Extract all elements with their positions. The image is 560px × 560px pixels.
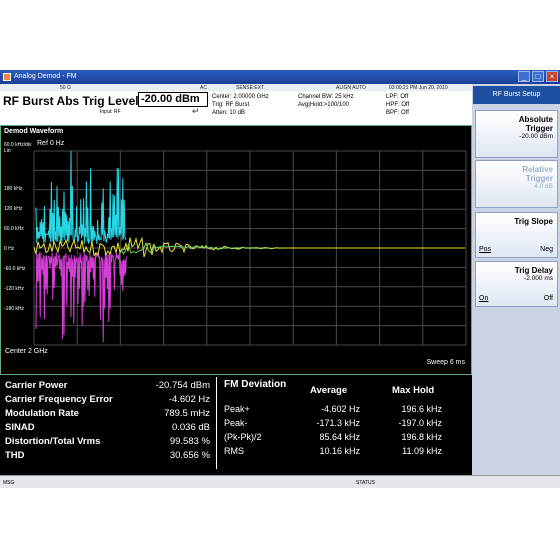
scale-label: 60.0 kHz/div Lin [4, 142, 32, 154]
y-tick-label: -180 kHz [4, 306, 25, 312]
results-panel: Carrier Power -20.754 dBm Carrier Frequen… [0, 375, 472, 475]
enter-icon: ↵ [192, 106, 200, 116]
cyan-trace [35, 150, 127, 245]
result-row: Distortion/Total Vrms 99.583 % [5, 436, 210, 447]
absolute-trigger-softkey[interactable]: Absolute Trigger -20.00 dBm [475, 110, 558, 158]
softkey-panel: RF Burst Setup Absolute Trigger -20.00 d… [473, 84, 560, 475]
analyzer-screen: Analog Demod - FM _ □ × 50 Ω AC SENSE:EX… [0, 70, 560, 488]
avg-hold: Avg|Hold:>100/100 [298, 102, 349, 108]
trig-source: Trig: RF Burst [212, 102, 250, 108]
result-row: Carrier Power -20.754 dBm [5, 380, 210, 391]
bpf-status: BPF: Off [386, 110, 409, 116]
fm-row-maxhold: 11.09 kHz [402, 446, 442, 456]
slope-neg-option: Neg [540, 246, 553, 253]
app-icon [3, 73, 11, 81]
message-bar: MSG STATUS [0, 475, 560, 488]
input-label: Input: RF [100, 109, 121, 115]
fm-row-label: Peak+ [224, 404, 250, 414]
fm-row-average: 85.64 kHz [319, 432, 360, 442]
y-tick-label: 180 kHz [4, 186, 23, 192]
average-header: Average [310, 385, 348, 396]
sweep-label: Sweep 6 ms [426, 359, 465, 366]
fm-row-label: RMS [224, 446, 244, 456]
window-title-bar: Analog Demod - FM _ □ × [0, 70, 560, 84]
maxhold-header: Max Hold [392, 385, 435, 396]
plot-title: Demod Waveform [4, 128, 64, 135]
delay-off-option: Off [543, 295, 553, 302]
waveform-svg: 180 kHz 120 kHz 60.0 kHz 0 Hz -60.0 kHz -120 … [4, 150, 467, 346]
fm-row-maxhold: 196.8 kHz [401, 432, 442, 442]
window-title: Analog Demod - FM [14, 73, 77, 80]
trigger-level-input[interactable]: -20.00 dBm [138, 92, 208, 107]
status-label: STATUS [356, 480, 375, 486]
attenuation: Atten: 10 dB [212, 110, 246, 116]
result-row: SINAD 0.036 dB [5, 422, 210, 433]
ref-label: Ref 0 Hz [37, 140, 65, 147]
result-row: Modulation Rate 789.5 mHz [5, 408, 210, 419]
y-tick-label: 60.0 kHz [4, 226, 24, 232]
slope-pos-option: Pos [479, 246, 492, 253]
y-tick-label: -120 kHz [4, 286, 25, 292]
maximize-button[interactable]: □ [532, 71, 544, 82]
lpf-status: LPF: Off [386, 94, 409, 100]
fm-row-label: (Pk-Pk)/2 [224, 432, 262, 442]
fm-row-label: Peak- [224, 418, 248, 428]
fm-row-average: -171.3 kHz [316, 418, 360, 428]
result-row: Carrier Frequency Error -4.602 Hz [5, 394, 210, 405]
fm-row-average: -4.602 Hz [320, 404, 360, 414]
channel-bw: Channel BW: 25 kHz [298, 94, 354, 100]
fm-row-average: 10.16 kHz [319, 446, 360, 456]
results-divider [216, 377, 217, 469]
y-tick-label: -60.0 kHz [4, 266, 26, 272]
hpf-status: HPF: Off [386, 102, 410, 108]
y-tick-label: 0 Hz [4, 246, 15, 252]
active-function-title: RF Burst Abs Trig Level [3, 94, 139, 108]
close-button[interactable]: × [546, 71, 558, 82]
relative-trigger-softkey[interactable]: Relative Trigger 4.0 dB [475, 160, 558, 208]
trig-delay-softkey[interactable]: Trig Delay -2.000 ms On Off [475, 261, 558, 307]
status-row: 50 Ω AC SENSE:EXT ALIGN AUTO 03:00:21 PM… [0, 84, 472, 91]
msg-label: MSG [3, 480, 15, 486]
center-freq: Center: 2.00000 GHz [212, 94, 269, 100]
demod-waveform-plot[interactable]: 180 kHz 120 kHz 60.0 kHz 0 Hz -60.0 kHz -120 … [0, 125, 472, 375]
result-row: THD 30.656 % [5, 450, 210, 461]
delay-on-option: On [479, 295, 489, 302]
y-tick-label: 120 kHz [4, 206, 23, 212]
fm-row-maxhold: -197.0 kHz [398, 418, 442, 428]
softkey-menu-title: RF Burst Setup [473, 86, 560, 104]
magenta-trace [35, 252, 127, 343]
measurement-header: RF Burst Abs Trig Level -20.00 dBm Input… [0, 91, 472, 125]
fm-deviation-title: FM Deviation [224, 379, 287, 390]
center-label: Center 2 GHz [5, 348, 48, 355]
fm-row-maxhold: 196.6 kHz [401, 404, 442, 414]
minimize-button[interactable]: _ [518, 71, 530, 82]
trig-slope-softkey[interactable]: Trig Slope Pos Neg [475, 212, 558, 258]
